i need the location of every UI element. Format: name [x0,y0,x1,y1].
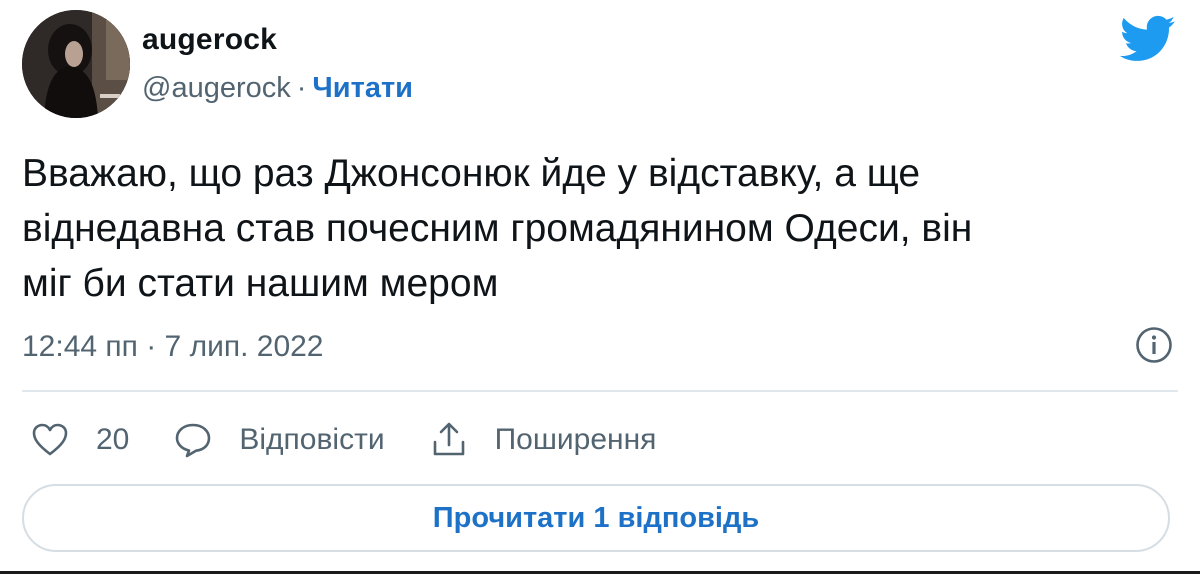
twitter-bird-icon[interactable] [1119,14,1176,64]
share-label: Поширення [494,423,657,456]
divider [22,390,1178,392]
action-bar: 20 Відповісти Поширення [30,418,656,462]
author-handle[interactable]: @augerock [142,72,291,104]
tweet-card: augerock @augerock · Читати Вважаю, що раз… [0,0,1200,574]
speech-bubble-icon [176,423,211,458]
share-arrow-icon [433,422,464,456]
handle-row: @augerock · Читати [142,72,413,105]
like-count: 20 [96,423,130,456]
like-button[interactable]: 20 [30,420,129,460]
tweet-text-line: міг би стати нашим мером [22,262,499,305]
tweet-text: Вважаю, що раз Джонсонюк йде у відставку… [22,146,1172,311]
author-display-name[interactable]: augerock [142,23,277,57]
handle-separator: · [296,72,307,104]
reply-button[interactable]: Відповісти [173,420,385,460]
share-button[interactable]: Поширення [429,420,657,460]
heart-icon [32,423,68,456]
reply-label: Відповісти [239,423,385,456]
avatar[interactable] [22,10,130,118]
tweet-text-line: віднедавна став почесним громадянином Од… [22,207,973,250]
read-replies-label: Прочитати 1 відповідь [432,501,760,534]
tweet-timestamp[interactable]: 12:44 пп · 7 лип. 2022 [22,330,324,364]
info-icon[interactable] [1134,325,1174,365]
read-replies-button[interactable]: Прочитати 1 відповідь [22,484,1170,552]
avatar-photo [22,10,130,118]
follow-link[interactable]: Читати [312,72,413,104]
tweet-text-line: Вважаю, що раз Джонсонюк йде у відставку… [22,152,921,195]
